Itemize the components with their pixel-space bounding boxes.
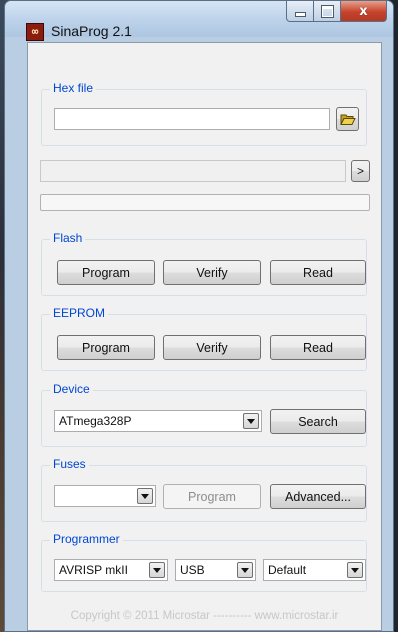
flash-program-button[interactable]: Program: [57, 260, 155, 285]
programmer-group-label: Programmer: [50, 532, 123, 546]
programmer-speed-select[interactable]: Default: [263, 559, 366, 581]
device-group: Device ATmega328P Search: [41, 382, 367, 447]
hexfile-path-input[interactable]: [54, 108, 330, 130]
fuses-advanced-button[interactable]: Advanced...: [270, 484, 366, 509]
chevron-down-icon: [137, 488, 153, 504]
eeprom-verify-button[interactable]: Verify: [163, 335, 261, 360]
eeprom-read-button[interactable]: Read: [270, 335, 366, 360]
fuses-select[interactable]: [54, 485, 156, 507]
programmer-type-value: AVRISP mkII: [59, 563, 128, 577]
minimize-button[interactable]: [286, 1, 314, 22]
eeprom-program-button[interactable]: Program: [57, 335, 155, 360]
flash-verify-button[interactable]: Verify: [163, 260, 261, 285]
device-search-button[interactable]: Search: [270, 409, 366, 434]
flash-group: Flash Program Verify Read: [41, 231, 367, 296]
eeprom-group-label: EEPROM: [50, 306, 109, 320]
fuses-program-button[interactable]: Program: [163, 484, 261, 509]
programmer-group: Programmer AVRISP mkII USB Default: [41, 532, 367, 592]
eeprom-group: EEPROM Program Verify Read: [41, 306, 367, 371]
copyright-footer: Copyright © 2011 Microstar ---------- ww…: [70, 610, 339, 622]
programmer-port-select[interactable]: USB: [175, 559, 256, 581]
programmer-speed-value: Default: [268, 563, 307, 577]
maximize-button[interactable]: [314, 1, 341, 22]
status-field: [40, 160, 346, 182]
chevron-down-icon: [237, 562, 253, 578]
device-select-value: ATmega328P: [59, 414, 132, 428]
sinaprog-chip-icon: ∞: [26, 23, 44, 41]
chevron-down-icon: [347, 562, 363, 578]
main-panel: Hex file > Flash Program Verify Read EEP…: [27, 42, 382, 631]
hexfile-group: Hex file: [41, 81, 367, 146]
device-group-label: Device: [50, 382, 93, 396]
progress-bar: [40, 194, 370, 211]
device-select[interactable]: ATmega328P: [54, 410, 262, 432]
window-title: SinaProg 2.1: [51, 23, 132, 39]
caption-buttons: x: [286, 1, 387, 23]
programmer-type-select[interactable]: AVRISP mkII: [54, 559, 168, 581]
expand-log-button[interactable]: >: [351, 160, 370, 182]
app-window: ∞ SinaProg 2.1 x Hex file > Flash Progra…: [4, 0, 394, 632]
chevron-down-icon: [149, 562, 165, 578]
folder-open-icon: [339, 114, 356, 125]
flash-read-button[interactable]: Read: [270, 260, 366, 285]
close-icon: x: [359, 3, 368, 19]
title-bar[interactable]: ∞ SinaProg 2.1 x: [5, 1, 393, 41]
hexfile-group-label: Hex file: [50, 81, 97, 95]
chevron-down-icon: [243, 413, 259, 429]
maximize-icon: [321, 5, 333, 17]
minimize-icon: [294, 11, 306, 17]
fuses-group: Fuses Program Advanced...: [41, 457, 367, 522]
fuses-group-label: Fuses: [50, 457, 89, 471]
programmer-port-value: USB: [180, 563, 205, 577]
flash-group-label: Flash: [50, 231, 86, 245]
browse-button[interactable]: [336, 107, 359, 131]
close-button[interactable]: x: [341, 1, 387, 22]
